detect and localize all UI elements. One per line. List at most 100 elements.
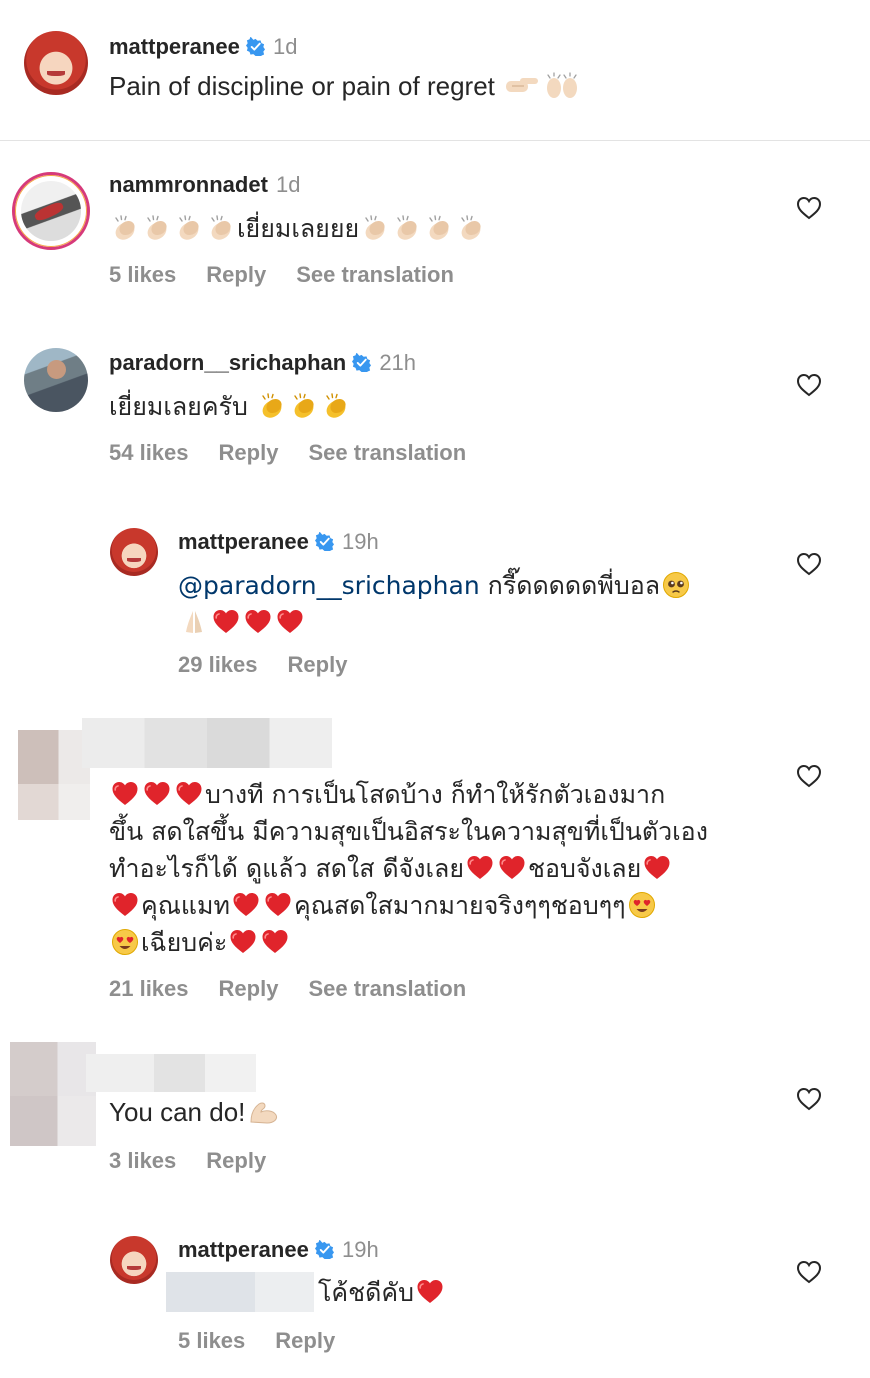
comment-username-row[interactable]: mattperanee 19h: [178, 1237, 379, 1263]
reply-button[interactable]: Reply: [206, 1148, 266, 1173]
see-translation-link[interactable]: See translation: [308, 440, 466, 465]
clapping-emoji-icon: [457, 214, 485, 242]
comment-text: You can do!: [109, 1094, 789, 1131]
commenter-avatar[interactable]: [110, 1236, 158, 1284]
comment-text-line: ชอบจังเลย: [528, 854, 642, 883]
likes-count[interactable]: 54 likes: [109, 440, 189, 465]
redacted-username: [86, 1054, 256, 1092]
likes-count[interactable]: 21 likes: [109, 976, 189, 1001]
comment-username-row[interactable]: mattperanee 19h: [178, 529, 379, 555]
comment-timestamp: 21h: [379, 350, 417, 375]
caption-avatar[interactable]: [24, 31, 88, 95]
comment-item: บางที การเป็นโสดบ้าง ก็ทำให้รักตัวเองมาก…: [0, 712, 870, 1012]
comment-text-line: เฉียบค่ะ: [141, 928, 228, 957]
like-heart-icon[interactable]: [796, 1260, 822, 1284]
comment-username-row[interactable]: paradorn__srichaphan 21h: [109, 350, 416, 376]
commenter-avatar[interactable]: [10, 1042, 96, 1146]
comment-text-line: ทำอะไรก็ได้ ดูแล้ว สดใส ดีจังเลย: [109, 854, 465, 883]
red-heart-emoji-icon: [276, 608, 304, 636]
comment-item: You can do! 3 likes Reply: [0, 1036, 870, 1186]
comment-text: @paradorn__srichaphan กรี๊ดดดดดพี่บอล: [178, 567, 768, 641]
redacted-username: [82, 718, 332, 768]
red-heart-emoji-icon: [143, 780, 171, 808]
flexed-biceps-emoji-icon: [247, 1098, 281, 1126]
red-heart-emoji-icon: [111, 780, 139, 808]
comment-actions: 5 likes Reply See translation: [109, 262, 484, 288]
comment-text-content: You can do!: [109, 1097, 246, 1127]
comment-text-line: คุณสดใสมากมายจริงๆๆชอบๆๆ: [294, 891, 626, 920]
clapping-emoji-icon: [175, 214, 203, 242]
heart-eyes-emoji-icon: [111, 928, 139, 956]
like-heart-icon[interactable]: [796, 552, 822, 576]
comment-timestamp: 19h: [341, 1237, 379, 1262]
caption-username-row[interactable]: mattperanee 1d: [109, 34, 297, 60]
likes-count[interactable]: 5 likes: [178, 1328, 245, 1353]
comment-timestamp: 1d: [276, 172, 301, 197]
like-heart-icon[interactable]: [796, 373, 822, 397]
red-heart-emoji-icon: [643, 854, 671, 882]
clapping-emoji-icon: [425, 214, 453, 242]
comment-username[interactable]: mattperanee: [178, 1237, 309, 1262]
comment-text-line: ขึ้น สดใสขึ้น มีความสุขเป็นอิสระในความสุ…: [109, 817, 708, 846]
comment-actions: 54 likes Reply See translation: [109, 440, 496, 466]
red-heart-emoji-icon: [498, 854, 526, 882]
reply-button[interactable]: Reply: [275, 1328, 335, 1353]
caption-username[interactable]: mattperanee: [109, 34, 240, 59]
post-caption: mattperanee 1d Pain of discipline or pai…: [0, 0, 870, 141]
comment-username[interactable]: paradorn__srichaphan: [109, 350, 346, 375]
comment-item: paradorn__srichaphan 21h เยี่ยมเลยครับ 5…: [0, 320, 870, 490]
verified-badge-icon: [352, 353, 371, 372]
comment-timestamp: 19h: [341, 529, 379, 554]
redacted-mention: [166, 1272, 314, 1312]
comment-text: โค้ชดีคับ: [318, 1274, 768, 1311]
clapping-emoji-icon: [143, 214, 171, 242]
heart-eyes-emoji-icon: [628, 891, 656, 919]
comment-username-row[interactable]: nammronnadet 1d: [109, 172, 301, 198]
red-heart-emoji-icon: [111, 891, 139, 919]
commenter-avatar[interactable]: [24, 348, 88, 412]
comment-username[interactable]: mattperanee: [178, 529, 309, 554]
comment-username[interactable]: nammronnadet: [109, 172, 268, 197]
folded-hands-emoji-icon: [180, 608, 208, 636]
commenter-avatar[interactable]: [12, 172, 90, 250]
mention-link[interactable]: @paradorn__srichaphan: [178, 571, 480, 600]
red-heart-emoji-icon: [244, 608, 272, 636]
verified-badge-icon: [315, 532, 334, 551]
verified-badge-icon: [246, 37, 265, 56]
reply-button[interactable]: Reply: [206, 262, 266, 287]
clapping-emoji-icon: [111, 214, 139, 242]
comment-text-content: โค้ชดีคับ: [318, 1278, 414, 1307]
red-heart-emoji-icon: [264, 891, 292, 919]
reply-button[interactable]: Reply: [219, 976, 279, 1001]
clapping-emoji-icon: [258, 392, 286, 420]
comment-actions: 21 likes Reply See translation: [109, 976, 496, 1002]
comment-text: เยี่ยมเลยครับ: [109, 388, 789, 425]
reply-button[interactable]: Reply: [219, 440, 279, 465]
see-translation-link[interactable]: See translation: [308, 976, 466, 1001]
comment-text-content: เยี่ยมเลยครับ: [109, 392, 248, 421]
reply-button[interactable]: Reply: [288, 652, 348, 677]
likes-count[interactable]: 5 likes: [109, 262, 176, 287]
like-heart-icon[interactable]: [796, 1087, 822, 1111]
red-heart-emoji-icon: [232, 891, 260, 919]
red-heart-emoji-icon: [212, 608, 240, 636]
pointing-right-emoji-icon: [504, 72, 540, 100]
likes-count[interactable]: 3 likes: [109, 1148, 176, 1173]
comment-text-line: คุณแมท: [141, 891, 230, 920]
see-translation-link[interactable]: See translation: [296, 262, 454, 287]
red-heart-emoji-icon: [416, 1278, 444, 1306]
comment-text-content: กรี๊ดดดดดพี่บอล: [487, 571, 661, 600]
pleading-face-emoji-icon: [662, 571, 690, 599]
comment-actions: 5 likes Reply: [178, 1328, 365, 1354]
caption-text-content: Pain of discipline or pain of regret: [109, 71, 495, 101]
caption-text: Pain of discipline or pain of regret: [109, 68, 809, 105]
like-heart-icon[interactable]: [796, 196, 822, 220]
comment-actions: 29 likes Reply: [178, 652, 377, 678]
commenter-avatar[interactable]: [18, 730, 90, 820]
likes-count[interactable]: 29 likes: [178, 652, 258, 677]
like-heart-icon[interactable]: [796, 764, 822, 788]
commenter-avatar[interactable]: [110, 528, 158, 576]
clapping-emoji-icon: [322, 392, 350, 420]
red-heart-emoji-icon: [229, 928, 257, 956]
reply-item: mattperanee 19h โค้ชดีคับ 5 likes Reply: [0, 1208, 870, 1378]
